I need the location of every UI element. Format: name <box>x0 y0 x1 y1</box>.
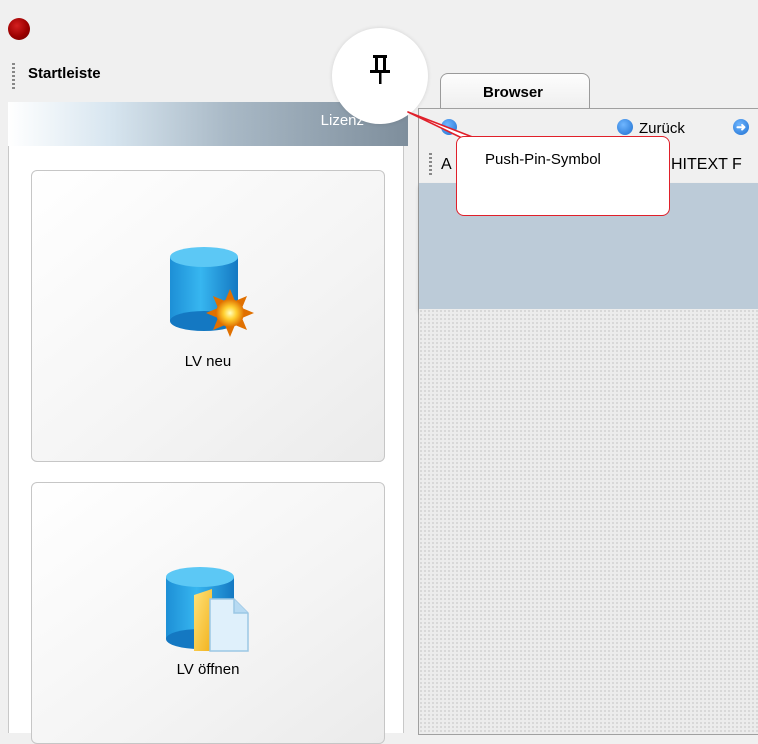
startleiste-panel: Startleiste Lizenz LV neu LV öffnen <box>0 55 408 744</box>
address-label: A <box>441 156 452 173</box>
lv-new-tile[interactable]: LV neu <box>31 170 385 462</box>
tab-browser-label: Browser <box>483 84 544 101</box>
database-new-icon <box>164 245 254 344</box>
panel-body: LV neu LV öffnen <box>8 146 404 744</box>
pin-button[interactable] <box>332 28 428 124</box>
browser-content <box>419 309 758 734</box>
app-icon[interactable] <box>8 18 30 40</box>
address-value[interactable]: HITEXT F <box>671 156 742 174</box>
lv-open-label: LV öffnen <box>176 661 240 678</box>
drag-grip[interactable] <box>12 63 15 89</box>
tab-browser[interactable]: Browser <box>440 73 590 110</box>
callout-text: Push-Pin-Symbol <box>485 151 601 168</box>
database-open-icon <box>164 565 254 658</box>
back-arrow-icon[interactable] <box>617 119 633 135</box>
forward-arrow-icon[interactable]: ➜ <box>733 119 749 135</box>
lv-new-label: LV neu <box>184 353 232 370</box>
pin-callout: Push-Pin-Symbol <box>456 136 670 216</box>
lv-open-tile[interactable]: LV öffnen <box>31 482 385 744</box>
panel-title: Startleiste <box>28 65 101 82</box>
push-pin-icon <box>370 55 390 84</box>
back-button-label[interactable]: Zurück <box>639 120 685 137</box>
address-grip[interactable] <box>429 153 432 177</box>
home-icon[interactable] <box>441 119 457 135</box>
